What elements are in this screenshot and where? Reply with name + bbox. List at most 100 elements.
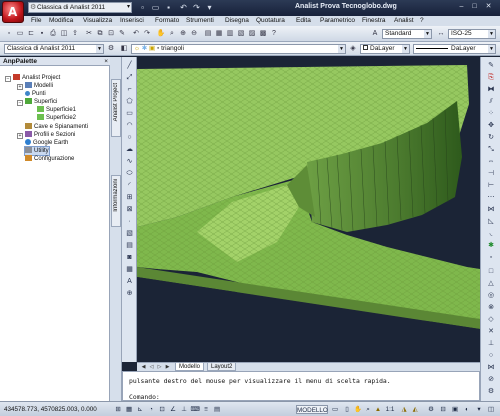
close-icon[interactable]: ✕ bbox=[483, 2, 494, 12]
tree-item-utility[interactable]: Utility bbox=[24, 146, 50, 156]
workspace-select[interactable]: ⚙ Classica di Analist 2011 ▾ bbox=[28, 2, 132, 13]
workspace-settings-icon[interactable]: ⚙ bbox=[106, 44, 116, 54]
add-selected-icon[interactable]: ⊕ bbox=[124, 289, 135, 298]
multiline-text-icon[interactable]: A bbox=[124, 277, 135, 286]
lineweight-icon[interactable]: ≡ bbox=[201, 405, 211, 414]
menu-edita[interactable]: Edita bbox=[296, 17, 311, 24]
match-properties-icon[interactable]: ✎ bbox=[117, 29, 127, 39]
revision-cloud-icon[interactable]: ☁ bbox=[124, 145, 135, 154]
undo-icon[interactable]: ↶ bbox=[131, 29, 141, 39]
snap-settings-icon[interactable]: ⚙ bbox=[485, 387, 497, 396]
menu-inserisci[interactable]: Inserisci bbox=[120, 17, 144, 24]
collapse-icon[interactable]: − bbox=[5, 76, 11, 82]
snap-quadrant-icon[interactable]: ◇ bbox=[485, 315, 497, 324]
tab-last-icon[interactable]: ▶ bbox=[164, 363, 171, 371]
sheet-set-icon[interactable]: ▧ bbox=[236, 29, 246, 39]
make-block-icon[interactable]: ⊠ bbox=[124, 205, 135, 214]
properties-icon[interactable]: ▤ bbox=[203, 29, 213, 39]
tree-item-analist-project[interactable]: Analist Project bbox=[13, 74, 60, 82]
text-style-select[interactable]: Standard ▼ bbox=[382, 29, 432, 39]
polar-tracking-icon[interactable]: ◔ bbox=[146, 405, 156, 414]
dim-style-select[interactable]: ISO-25 ▼ bbox=[448, 29, 496, 39]
workspace-combo[interactable]: Classica di Analist 2011 ▼ bbox=[4, 44, 104, 54]
save-icon[interactable]: ▪ bbox=[163, 2, 174, 13]
array-icon[interactable]: ⁘ bbox=[485, 109, 497, 118]
new-icon[interactable]: ▫ bbox=[4, 29, 14, 39]
menu-strumenti[interactable]: Strumenti bbox=[186, 17, 214, 24]
break-icon[interactable]: ⋯ bbox=[485, 193, 497, 202]
tree-item-google-earth[interactable]: Google Earth bbox=[25, 139, 68, 147]
rotate-icon[interactable]: ↻ bbox=[485, 133, 497, 142]
zoom-previous-icon[interactable]: ⊖ bbox=[189, 29, 199, 39]
markup-icon[interactable]: ▨ bbox=[247, 29, 257, 39]
minimize-icon[interactable]: – bbox=[456, 2, 467, 12]
tab-next-icon[interactable]: ▷ bbox=[156, 363, 163, 371]
extend-icon[interactable]: ⊢ bbox=[485, 181, 497, 190]
object-snap-tracking-icon[interactable]: ∠ bbox=[168, 405, 178, 414]
hardware-acceleration-icon[interactable]: ▣ bbox=[450, 405, 460, 414]
close-icon[interactable]: × bbox=[104, 57, 108, 66]
redo-icon[interactable]: ↷ bbox=[191, 2, 202, 13]
tab-modello[interactable]: Modello bbox=[175, 363, 205, 371]
layout-icon[interactable]: ▭ bbox=[330, 405, 340, 414]
tab-analist-project[interactable]: Analist Project bbox=[111, 79, 121, 137]
rectangle-icon[interactable]: ▭ bbox=[124, 109, 135, 118]
pan-icon[interactable]: ✋ bbox=[353, 405, 363, 414]
grid-mode-icon[interactable]: ▦ bbox=[124, 405, 134, 414]
tree-item-modelli[interactable]: Modelli bbox=[25, 82, 53, 90]
snap-nearest-icon[interactable]: ⋈ bbox=[485, 363, 497, 372]
join-icon[interactable]: ⋈ bbox=[485, 205, 497, 214]
application-menu-button[interactable]: A bbox=[2, 1, 24, 23]
menu-help[interactable]: ? bbox=[420, 17, 424, 24]
chevron-down-icon[interactable]: ▾ bbox=[204, 2, 215, 13]
trim-icon[interactable]: ⊣ bbox=[485, 169, 497, 178]
tree-item-configurazione[interactable]: Configurazione bbox=[25, 155, 74, 163]
menu-disegna[interactable]: Disegna bbox=[225, 17, 249, 24]
snap-midpoint-icon[interactable]: △ bbox=[485, 279, 497, 288]
redo-icon[interactable]: ↷ bbox=[142, 29, 152, 39]
construction-line-icon[interactable]: ⤢ bbox=[124, 73, 135, 82]
save-icon[interactable]: ▪ bbox=[37, 29, 47, 39]
snap-none-icon[interactable]: ⊘ bbox=[485, 375, 497, 384]
grip-icon[interactable]: ▫ bbox=[485, 253, 497, 262]
region-icon[interactable]: ◙ bbox=[124, 253, 135, 262]
undo-icon[interactable]: ↶ bbox=[178, 2, 189, 13]
lock-ui-icon[interactable]: ⊟ bbox=[438, 405, 448, 414]
tree-item-superficie1[interactable]: Superficie1 bbox=[37, 106, 76, 114]
workspace-switch-icon[interactable]: ⚙ bbox=[426, 405, 436, 414]
auto-scale-icon[interactable]: ◭ bbox=[410, 405, 420, 414]
line-icon[interactable]: ╱ bbox=[124, 61, 135, 70]
snap-center-icon[interactable]: ◎ bbox=[485, 291, 497, 300]
menu-formato[interactable]: Formato bbox=[155, 17, 179, 24]
menu-file[interactable]: File bbox=[31, 17, 41, 24]
quick-properties-icon[interactable]: ▤ bbox=[212, 405, 222, 414]
mirror-icon[interactable]: ⧓ bbox=[485, 85, 497, 94]
dynamic-input-icon[interactable]: ⌨ bbox=[190, 405, 200, 414]
tab-prev-icon[interactable]: ◁ bbox=[148, 363, 155, 371]
menu-modifica[interactable]: Modifica bbox=[49, 17, 73, 24]
qnew-icon[interactable]: ▭ bbox=[15, 29, 25, 39]
object-snap-icon[interactable]: ⊡ bbox=[157, 405, 167, 414]
open-folder-icon[interactable]: ▭ bbox=[150, 2, 161, 13]
drawing-viewport[interactable] bbox=[137, 57, 480, 362]
help-icon[interactable]: ? bbox=[269, 29, 279, 39]
pan-icon[interactable]: ✋ bbox=[156, 29, 166, 39]
collapse-icon[interactable]: − bbox=[17, 100, 23, 106]
ellipse-arc-icon[interactable]: ◜ bbox=[124, 181, 135, 190]
make-current-layer-icon[interactable]: ◈ bbox=[348, 44, 358, 54]
copy-object-icon[interactable]: ⎘ bbox=[485, 73, 497, 82]
fillet-icon[interactable]: ◟ bbox=[485, 229, 497, 238]
tree-item-superficie2[interactable]: Superficie2 bbox=[37, 114, 76, 122]
tree-item-punti[interactable]: Punti bbox=[25, 90, 46, 98]
insert-block-icon[interactable]: ⊞ bbox=[124, 193, 135, 202]
ellipse-icon[interactable]: ⬭ bbox=[124, 169, 135, 178]
zoom-icon[interactable]: ⌕ bbox=[363, 405, 373, 414]
snap-mode-icon[interactable]: ⊞ bbox=[113, 405, 123, 414]
menu-finestra[interactable]: Finestra bbox=[362, 17, 385, 24]
layer-properties-icon[interactable]: ◧ bbox=[119, 44, 129, 54]
tree-item-cave[interactable]: Cave e Spianamenti bbox=[25, 123, 88, 131]
new-file-icon[interactable]: ▫ bbox=[137, 2, 148, 13]
snap-node-icon[interactable]: ⊗ bbox=[485, 303, 497, 312]
annotation-visibility-icon[interactable]: ◮ bbox=[399, 405, 409, 414]
tree-item-superfici[interactable]: Superfici bbox=[25, 98, 57, 106]
